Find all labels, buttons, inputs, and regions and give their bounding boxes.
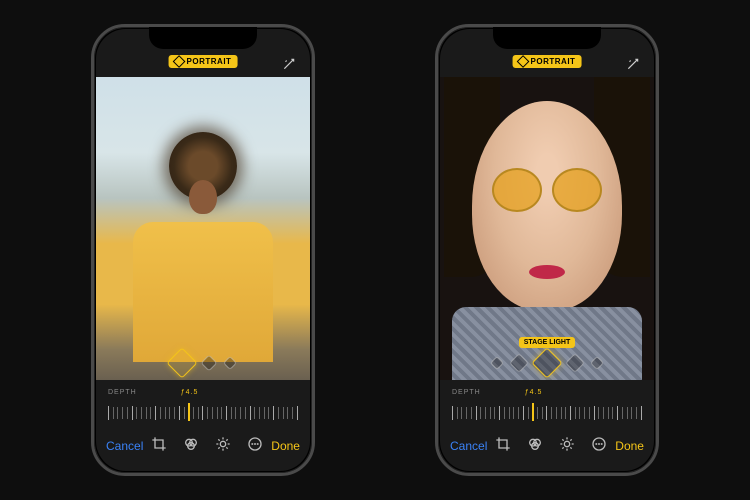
- cancel-button[interactable]: Cancel: [450, 439, 487, 453]
- subject-shirt: [133, 222, 273, 362]
- lighting-picker[interactable]: STAGE LIGHT: [440, 337, 654, 374]
- adjust-icon[interactable]: [215, 436, 231, 457]
- done-button[interactable]: Done: [271, 439, 300, 453]
- bottom-toolbar: Cancel Done: [440, 427, 654, 471]
- lighting-option[interactable]: [565, 353, 585, 373]
- lighting-picker[interactable]: [96, 352, 310, 374]
- depth-label: DEPTH: [452, 389, 481, 396]
- lighting-option-selected[interactable]: [531, 347, 562, 378]
- magic-wand-icon[interactable]: [282, 57, 296, 74]
- magic-wand-icon[interactable]: [626, 57, 640, 74]
- filters-icon[interactable]: [183, 436, 199, 457]
- screen: PORTRAIT STAGE LIGHT: [440, 29, 654, 471]
- cancel-button[interactable]: Cancel: [106, 439, 143, 453]
- crop-icon[interactable]: [151, 436, 167, 457]
- subject-glasses: [492, 168, 602, 212]
- lighting-option-selected[interactable]: [166, 347, 197, 378]
- phone-left: PORTRAIT DEPTH ƒ4.5: [91, 24, 315, 476]
- screen: PORTRAIT DEPTH ƒ4.5: [96, 29, 310, 471]
- notch: [149, 27, 257, 49]
- more-icon[interactable]: [247, 436, 263, 457]
- slider-ticks: [452, 407, 642, 419]
- slider-knob[interactable]: [532, 403, 534, 421]
- portrait-badge-label: PORTRAIT: [187, 57, 232, 66]
- lighting-option[interactable]: [509, 353, 529, 373]
- done-button[interactable]: Done: [615, 439, 644, 453]
- notch: [493, 27, 601, 49]
- depth-slider[interactable]: [440, 401, 654, 427]
- aperture-icon: [173, 55, 186, 68]
- lighting-option[interactable]: [490, 356, 504, 370]
- bottom-toolbar: Cancel Done: [96, 427, 310, 471]
- lighting-option[interactable]: [223, 356, 237, 370]
- portrait-badge: PORTRAIT: [169, 55, 238, 68]
- subject-lips: [529, 265, 565, 279]
- phone-right: PORTRAIT STAGE LIGHT: [435, 24, 659, 476]
- filters-icon[interactable]: [527, 436, 543, 457]
- crop-icon[interactable]: [495, 436, 511, 457]
- depth-row: DEPTH ƒ4.5: [440, 380, 654, 401]
- photo-preview[interactable]: [96, 77, 310, 380]
- toolbar-icons: [151, 436, 263, 457]
- photo-preview[interactable]: STAGE LIGHT: [440, 77, 654, 380]
- more-icon[interactable]: [591, 436, 607, 457]
- lighting-option[interactable]: [590, 356, 604, 370]
- lighting-option[interactable]: [201, 355, 218, 372]
- depth-row: DEPTH ƒ4.5: [96, 380, 310, 401]
- portrait-badge: PORTRAIT: [513, 55, 582, 68]
- depth-value: ƒ4.5: [181, 389, 199, 396]
- slider-ticks: [108, 407, 298, 419]
- portrait-badge-label: PORTRAIT: [531, 57, 576, 66]
- depth-label: DEPTH: [108, 389, 137, 396]
- subject-face: [189, 180, 217, 214]
- depth-slider[interactable]: [96, 401, 310, 427]
- adjust-icon[interactable]: [559, 436, 575, 457]
- slider-knob[interactable]: [188, 403, 190, 421]
- lighting-label: STAGE LIGHT: [519, 337, 576, 348]
- toolbar-icons: [495, 436, 607, 457]
- depth-value: ƒ4.5: [525, 389, 543, 396]
- aperture-icon: [517, 55, 530, 68]
